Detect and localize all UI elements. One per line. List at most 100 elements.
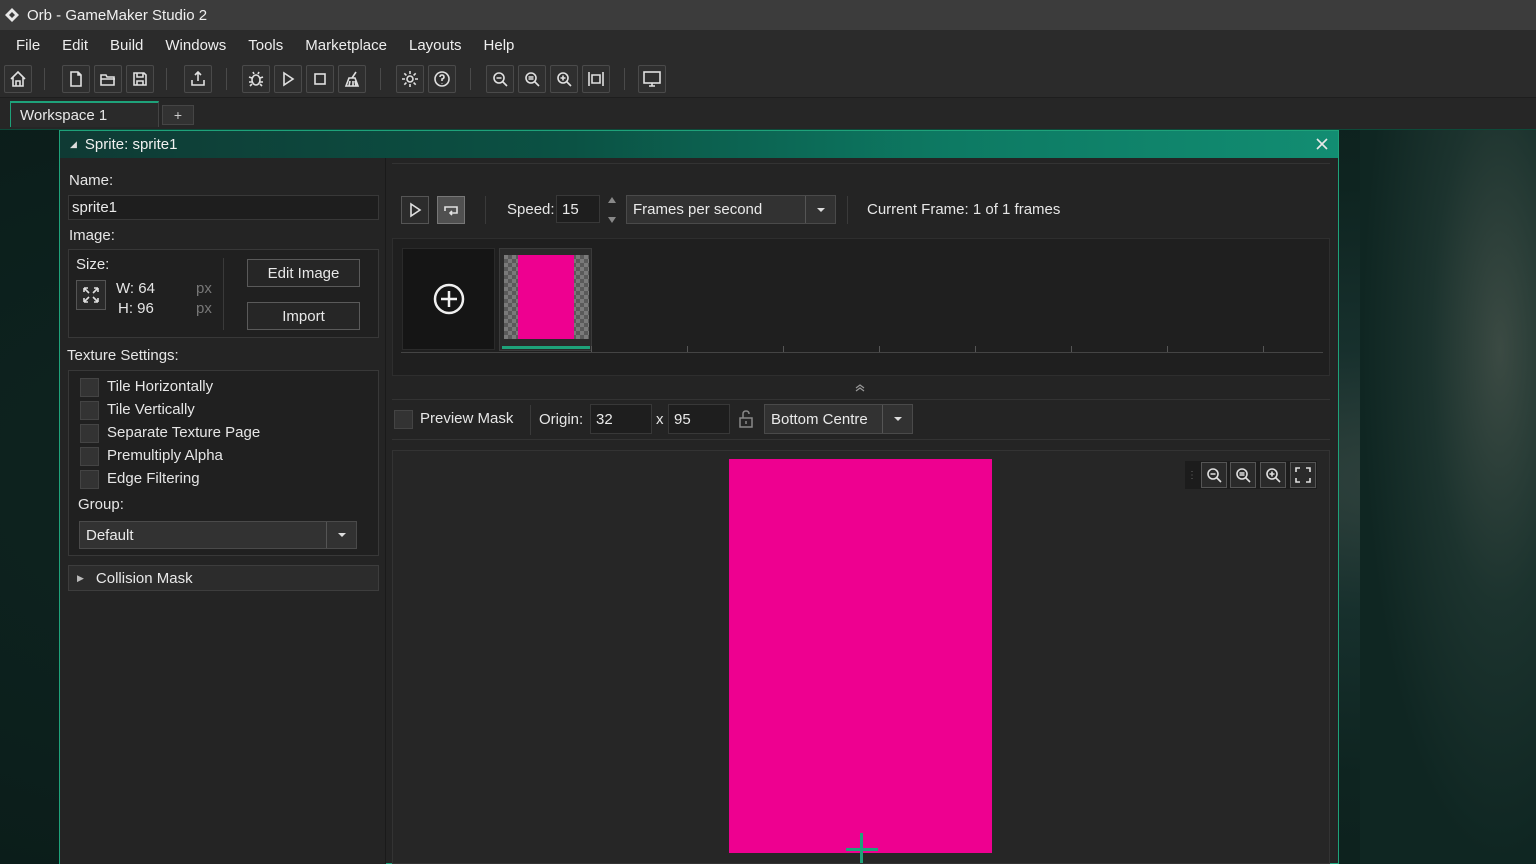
sprite-window-header[interactable]: ◢ Sprite: sprite1 [60, 131, 1338, 158]
menu-marketplace[interactable]: Marketplace [294, 37, 398, 54]
canvas-zoom-out-button[interactable] [1201, 462, 1227, 488]
tile-vertically-label: Tile Vertically [107, 401, 195, 418]
add-workspace-button[interactable]: + [162, 105, 194, 125]
stepper-down-icon[interactable] [607, 216, 617, 224]
gamemaker-logo-icon [4, 7, 20, 23]
group-value: Default [86, 526, 134, 544]
create-executable-button[interactable] [184, 65, 212, 93]
speed-input[interactable]: 15 [556, 195, 600, 223]
name-label: Name: [69, 172, 114, 189]
chevron-down-icon [805, 196, 835, 223]
texture-settings-box: Tile Horizontally Tile Vertically Separa… [68, 370, 379, 556]
fit-workspace-button[interactable] [582, 65, 610, 93]
unlock-icon [739, 410, 753, 428]
speed-unit-dropdown[interactable]: Frames per second [626, 195, 836, 224]
origin-lock-button[interactable] [736, 408, 756, 430]
tile-horizontally-label: Tile Horizontally [107, 378, 214, 395]
menu-tools[interactable]: Tools [237, 37, 294, 54]
group-label: Group: [78, 496, 124, 513]
title-bar: Orb - GameMaker Studio 2 [0, 0, 1536, 30]
zoom-reset-icon [1236, 468, 1251, 483]
loop-toggle-button[interactable] [437, 196, 465, 224]
menu-build[interactable]: Build [99, 37, 154, 54]
zoom-in-icon [1266, 468, 1281, 483]
texture-settings-label: Texture Settings: [67, 347, 179, 364]
resize-button[interactable] [76, 280, 106, 310]
separate-texture-page-checkbox[interactable] [80, 424, 99, 443]
menu-edit[interactable]: Edit [51, 37, 99, 54]
open-folder-icon [100, 74, 115, 86]
zoom-out-button[interactable] [486, 65, 514, 93]
collision-mask-section[interactable]: ▶ Collision Mask [68, 565, 379, 591]
sprite-name-field[interactable]: sprite1 [68, 195, 379, 220]
origin-x-input[interactable]: 32 [590, 404, 652, 434]
collapse-frames-icon[interactable] [852, 382, 868, 394]
resize-arrows-icon [83, 287, 99, 303]
canvas-fullscreen-button[interactable] [1290, 462, 1316, 488]
zoom-reset-button[interactable] [518, 65, 546, 93]
tab-workspace-1[interactable]: Workspace 1 [10, 101, 159, 127]
canvas-zoom-reset-button[interactable] [1230, 462, 1256, 488]
image-size-box: Size: W: 64 H: 96 px px Edit Image Impor… [68, 249, 379, 338]
zoom-in-button[interactable] [550, 65, 578, 93]
home-button[interactable] [4, 65, 32, 93]
origin-label: Origin: [539, 411, 584, 428]
collapse-icon[interactable]: ◢ [70, 139, 77, 150]
canvas-zoom-toolbar: ⋮ [1185, 461, 1317, 489]
game-options-button[interactable] [396, 65, 424, 93]
debug-button[interactable] [242, 65, 270, 93]
run-button[interactable] [274, 65, 302, 93]
menu-windows[interactable]: Windows [154, 37, 237, 54]
separate-texture-page-label: Separate Texture Page [107, 424, 261, 441]
menu-file[interactable]: File [5, 37, 51, 54]
width-value: W: 64 [116, 280, 155, 297]
zoom-in-icon [557, 72, 572, 87]
target-device-button[interactable] [638, 65, 666, 93]
save-icon [133, 72, 147, 86]
speed-unit-value: Frames per second [633, 201, 763, 218]
stop-button[interactable] [306, 65, 334, 93]
save-project-button[interactable] [126, 65, 154, 93]
clean-button[interactable] [338, 65, 366, 93]
new-project-button[interactable] [62, 65, 90, 93]
zoom-out-icon [493, 72, 508, 87]
tile-horizontally-checkbox[interactable] [80, 378, 99, 397]
sprite-preview-area: Speed: 15 Frames per second Current Fram… [392, 158, 1338, 864]
origin-preset-dropdown[interactable]: Bottom Centre [764, 404, 913, 434]
speed-stepper[interactable] [605, 196, 619, 224]
edit-image-button[interactable]: Edit Image [247, 259, 360, 287]
menu-help[interactable]: Help [473, 37, 526, 54]
sprite-canvas[interactable]: ⋮ [392, 450, 1330, 864]
premultiply-alpha-checkbox[interactable] [80, 447, 99, 466]
loop-icon [444, 206, 458, 216]
chevron-down-icon [882, 405, 912, 433]
sprite-window-title: Sprite: sprite1 [84, 136, 178, 153]
preview-mask-checkbox[interactable] [394, 410, 413, 429]
frame-thumbnail[interactable] [499, 248, 592, 351]
play-animation-button[interactable] [401, 196, 429, 224]
origin-y-input[interactable]: 95 [668, 404, 730, 434]
play-icon [283, 71, 295, 87]
export-icon [191, 70, 205, 86]
drag-handle-icon[interactable]: ⋮ [1187, 470, 1197, 481]
tile-vertically-checkbox[interactable] [80, 401, 99, 420]
current-frame-text: Current Frame: 1 of 1 frames [867, 201, 1061, 218]
add-frame-button[interactable] [402, 248, 495, 350]
close-icon[interactable] [1312, 134, 1332, 154]
import-button[interactable]: Import [247, 302, 360, 330]
stepper-up-icon[interactable] [607, 196, 617, 204]
edge-filtering-checkbox[interactable] [80, 470, 99, 489]
tab-label: Workspace 1 [20, 106, 108, 124]
size-label: Size: [76, 256, 110, 273]
help-button[interactable] [428, 65, 456, 93]
home-icon [10, 70, 26, 87]
menu-layouts[interactable]: Layouts [398, 37, 473, 54]
open-project-button[interactable] [94, 65, 122, 93]
group-dropdown[interactable]: Default [79, 521, 357, 549]
main-toolbar [0, 60, 1536, 98]
sprite-image [729, 459, 992, 853]
bug-icon [248, 71, 264, 87]
window-title: Orb - GameMaker Studio 2 [27, 6, 208, 24]
canvas-zoom-in-button[interactable] [1260, 462, 1286, 488]
speed-label: Speed: [507, 201, 555, 218]
